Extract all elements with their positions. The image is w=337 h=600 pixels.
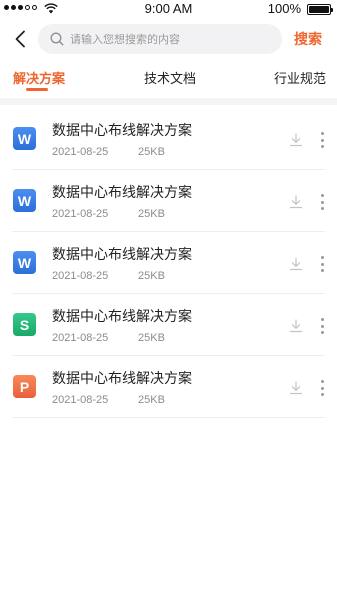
more-options-icon[interactable] bbox=[318, 318, 326, 334]
document-title[interactable]: 数据中心布线解决方案 bbox=[52, 120, 192, 140]
battery-icon bbox=[307, 4, 333, 15]
document-date: 2021-08-25 bbox=[52, 208, 109, 220]
download-icon[interactable] bbox=[289, 195, 303, 209]
download-icon[interactable] bbox=[289, 319, 303, 333]
status-bar: 9:00 AM 100% bbox=[0, 0, 337, 18]
word-file-icon: W bbox=[13, 189, 36, 212]
battery-percentage: 100% bbox=[267, 1, 301, 16]
document-size: 25KB bbox=[138, 332, 165, 344]
active-tab-indicator bbox=[26, 88, 48, 91]
spreadsheet-file-icon: S bbox=[13, 313, 36, 336]
section-divider bbox=[0, 98, 337, 105]
document-title[interactable]: 数据中心布线解决方案 bbox=[52, 306, 192, 326]
document-date: 2021-08-25 bbox=[52, 394, 109, 406]
download-icon[interactable] bbox=[289, 257, 303, 271]
download-icon[interactable] bbox=[289, 381, 303, 395]
more-options-icon[interactable] bbox=[318, 380, 326, 396]
document-title[interactable]: 数据中心布线解决方案 bbox=[52, 182, 192, 202]
search-input[interactable] bbox=[70, 32, 270, 46]
more-options-icon[interactable] bbox=[318, 256, 326, 272]
document-title[interactable]: 数据中心布线解决方案 bbox=[52, 244, 192, 264]
tab-industry-standards[interactable]: 行业规范 bbox=[274, 68, 326, 87]
word-file-icon: W bbox=[13, 127, 36, 150]
chevron-left-icon bbox=[15, 30, 25, 48]
list-item[interactable]: W 数据中心布线解决方案 2021-08-25 25KB bbox=[0, 170, 337, 232]
category-tabs: 解决方案 技术文档 行业规范 bbox=[0, 60, 337, 98]
download-icon[interactable] bbox=[289, 133, 303, 147]
document-size: 25KB bbox=[138, 146, 165, 158]
list-item[interactable]: P 数据中心布线解决方案 2021-08-25 25KB bbox=[0, 356, 337, 418]
document-size: 25KB bbox=[138, 208, 165, 220]
document-size: 25KB bbox=[138, 270, 165, 282]
document-list: W 数据中心布线解决方案 2021-08-25 25KB W 数据中心布线解决方… bbox=[0, 108, 337, 418]
list-item[interactable]: W 数据中心布线解决方案 2021-08-25 25KB bbox=[0, 108, 337, 170]
tab-solutions[interactable]: 解决方案 bbox=[13, 68, 65, 87]
document-date: 2021-08-25 bbox=[52, 332, 109, 344]
search-icon bbox=[50, 32, 64, 46]
word-file-icon: W bbox=[13, 251, 36, 274]
document-date: 2021-08-25 bbox=[52, 270, 109, 282]
document-size: 25KB bbox=[138, 394, 165, 406]
more-options-icon[interactable] bbox=[318, 132, 326, 148]
list-item[interactable]: W 数据中心布线解决方案 2021-08-25 25KB bbox=[0, 232, 337, 294]
document-date: 2021-08-25 bbox=[52, 146, 109, 158]
tab-technical-docs[interactable]: 技术文档 bbox=[144, 68, 196, 87]
document-title[interactable]: 数据中心布线解决方案 bbox=[52, 368, 192, 388]
more-options-icon[interactable] bbox=[318, 194, 326, 210]
presentation-file-icon: P bbox=[13, 375, 36, 398]
search-bar[interactable] bbox=[38, 24, 282, 54]
search-button[interactable]: 搜索 bbox=[294, 29, 322, 49]
list-item[interactable]: S 数据中心布线解决方案 2021-08-25 25KB bbox=[0, 294, 337, 356]
back-button[interactable] bbox=[10, 28, 30, 50]
